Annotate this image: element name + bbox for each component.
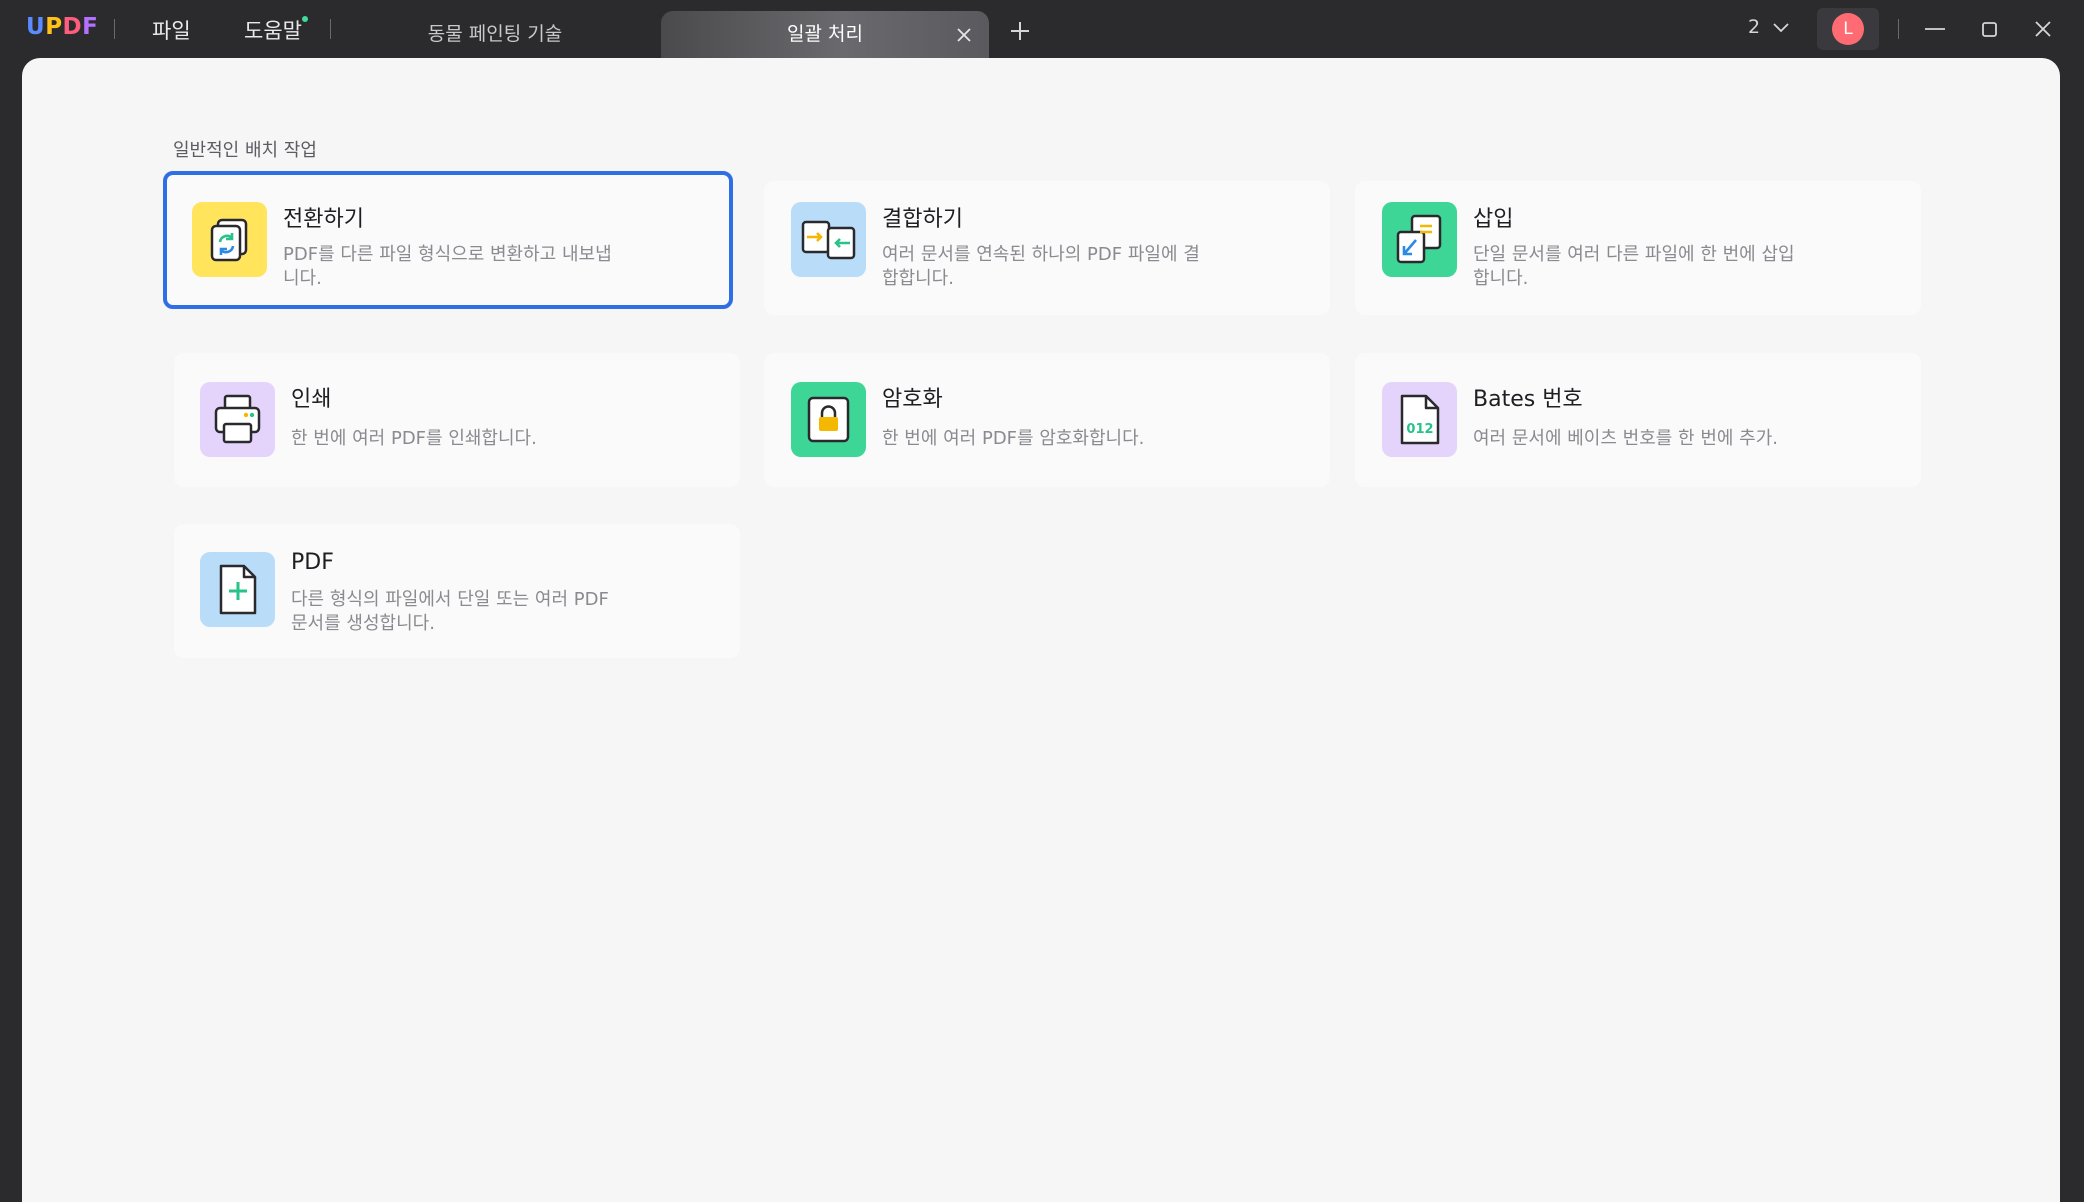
notification-dot <box>301 16 308 22</box>
combine-icon <box>791 202 866 277</box>
card-create-pdf[interactable]: PDF 다른 형식의 파일에서 단일 또는 여러 PDF 문서를 생성합니다. <box>174 524 740 658</box>
divider <box>1898 19 1899 39</box>
close-window-icon[interactable] <box>2028 14 2058 44</box>
menu-help-label: 도움말 <box>244 19 302 43</box>
maximize-icon[interactable] <box>1974 14 2004 44</box>
menu-file[interactable]: 파일 <box>152 15 191 45</box>
card-convert[interactable]: 전환하기 PDF를 다른 파일 형식으로 변환하고 내보냅니다. <box>163 171 733 309</box>
card-title: 결합하기 <box>882 207 963 232</box>
lock-icon <box>791 382 866 457</box>
account-button[interactable]: L <box>1817 8 1879 50</box>
tab-label: 일괄 처리 <box>787 23 863 45</box>
window-count-value: 2 <box>1748 16 1761 38</box>
card-description: 단일 문서를 여러 다른 파일에 한 번에 삽입합니다. <box>1473 244 1795 289</box>
menu-help[interactable]: 도움말 <box>244 15 308 45</box>
card-title: PDF <box>291 550 334 575</box>
card-insert[interactable]: 삽입 단일 문서를 여러 다른 파일에 한 번에 삽입합니다. <box>1355 181 1921 315</box>
printer-icon <box>200 382 275 457</box>
insert-icon <box>1382 202 1457 277</box>
bates-icon-digits: 012 <box>1406 422 1433 437</box>
tab-animal-painting[interactable]: 동물 페인팅 기술 <box>380 10 610 58</box>
tab-batch-processing[interactable]: 일괄 처리 <box>661 11 989 58</box>
avatar: L <box>1832 13 1864 45</box>
divider <box>114 19 115 39</box>
card-description: 여러 문서를 연속된 하나의 PDF 파일에 결합합니다. <box>882 244 1200 289</box>
window-count[interactable]: 2 <box>1748 16 1790 38</box>
chevron-down-icon <box>1773 22 1789 32</box>
close-tab-icon[interactable] <box>953 11 975 58</box>
add-tab-icon[interactable] <box>1005 16 1035 46</box>
updf-logo[interactable]: UPDF <box>26 14 98 40</box>
card-title: 인쇄 <box>291 387 332 412</box>
card-title: Bates 번호 <box>1473 387 1583 412</box>
section-title: 일반적인 배치 작업 <box>173 140 317 161</box>
card-description: 한 번에 여러 PDF를 인쇄합니다. <box>291 428 537 449</box>
card-print[interactable]: 인쇄 한 번에 여러 PDF를 인쇄합니다. <box>174 353 740 487</box>
card-encrypt[interactable]: 암호화 한 번에 여러 PDF를 암호화합니다. <box>764 353 1330 487</box>
card-title: 삽입 <box>1473 207 1514 232</box>
card-bates[interactable]: 012 Bates 번호 여러 문서에 베이츠 번호를 한 번에 추가. <box>1355 353 1921 487</box>
card-combine[interactable]: 결합하기 여러 문서를 연속된 하나의 PDF 파일에 결합합니다. <box>764 181 1330 315</box>
card-description: 한 번에 여러 PDF를 암호화합니다. <box>882 428 1145 449</box>
convert-icon <box>192 202 267 277</box>
card-title: 암호화 <box>882 387 943 412</box>
divider <box>330 19 331 39</box>
card-description: 다른 형식의 파일에서 단일 또는 여러 PDF 문서를 생성합니다. <box>291 589 609 634</box>
card-description: PDF를 다른 파일 형식으로 변환하고 내보냅니다. <box>283 244 612 289</box>
add-document-icon <box>200 552 275 627</box>
card-description: 여러 문서에 베이츠 번호를 한 번에 추가. <box>1473 428 1779 449</box>
minimize-icon[interactable] <box>1920 14 1950 44</box>
card-title: 전환하기 <box>283 207 364 232</box>
bates-number-icon: 012 <box>1382 382 1457 457</box>
title-bar: UPDF 파일 도움말 동물 페인팅 기술 일괄 처리 2 L <box>0 0 2084 58</box>
